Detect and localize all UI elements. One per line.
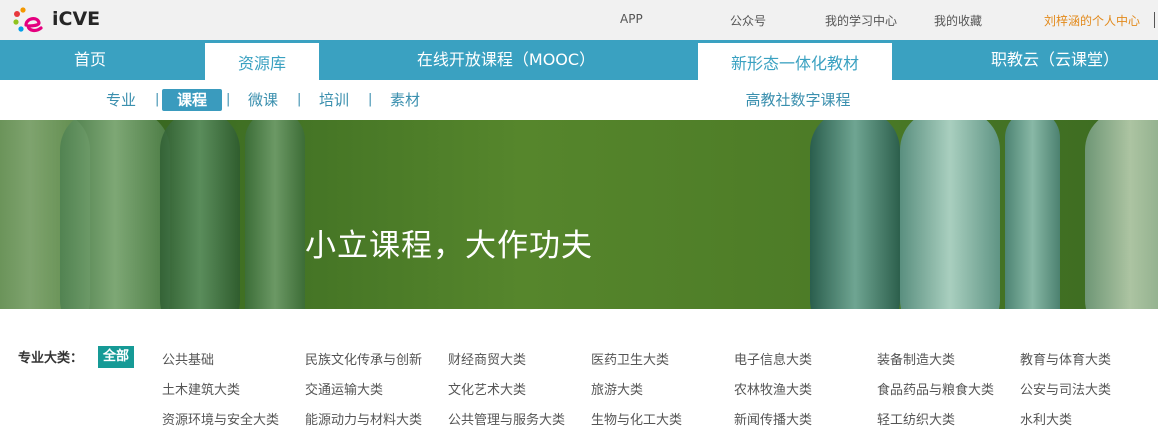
nav-cloud-classroom[interactable]: 职教云（云课堂） <box>975 40 1135 80</box>
nav-resource-library[interactable]: 资源库 <box>205 43 319 80</box>
subnav-divider: | <box>226 92 231 107</box>
banner-stem <box>900 120 1000 309</box>
banner-stem <box>1005 120 1060 309</box>
subnav-hep-digital-courses[interactable]: 高教社数字课程 <box>736 89 860 111</box>
logo-text: iCVE <box>52 8 101 30</box>
banner-stem <box>810 120 900 309</box>
subnav-course[interactable]: 课程 <box>162 89 222 111</box>
filter-label: 专业大类： <box>18 351 84 366</box>
nav-mooc[interactable]: 在线开放课程（MOOC） <box>395 40 617 80</box>
top-link-user-center[interactable]: 刘梓涵的个人中心 <box>1044 12 1140 29</box>
category-item[interactable]: 公安与司法大类 <box>1020 379 1111 398</box>
category-item[interactable]: 文化艺术大类 <box>448 379 526 398</box>
category-item[interactable]: 新闻传播大类 <box>734 409 812 428</box>
category-item[interactable]: 医药卫生大类 <box>591 349 669 368</box>
category-item[interactable]: 交通运输大类 <box>305 379 383 398</box>
category-filter: 专业大类： 全部 公共基础 民族文化传承与创新 财经商贸大类 医药卫生大类 电子… <box>0 309 1158 432</box>
subnav-training[interactable]: 培训 <box>313 89 355 111</box>
banner-slogan: 小立课程，大作功夫 <box>305 228 593 264</box>
main-nav: 首页 资源库 在线开放课程（MOOC） 新形态一体化教材 职教云（云课堂） <box>0 40 1158 80</box>
banner-stem <box>1085 120 1158 309</box>
nav-home[interactable]: 首页 <box>40 40 140 80</box>
top-link-learning-center[interactable]: 我的学习中心 <box>825 12 897 29</box>
category-item[interactable]: 教育与体育大类 <box>1020 349 1111 368</box>
subnav-divider: | <box>155 92 160 107</box>
category-item[interactable]: 公共基础 <box>162 349 214 368</box>
category-item[interactable]: 财经商贸大类 <box>448 349 526 368</box>
category-item[interactable]: 能源动力与材料大类 <box>305 409 422 428</box>
top-link-app[interactable]: APP <box>620 12 643 26</box>
subnav-major[interactable]: 专业 <box>100 89 142 111</box>
hero-banner: 小立课程，大作功夫 <box>0 120 1158 309</box>
sub-nav: 专业 | 课程 | 微课 | 培训 | 素材 高教社数字课程 <box>0 80 1158 120</box>
category-item[interactable]: 水利大类 <box>1020 409 1072 428</box>
top-bar: iCVE APP 公众号 我的学习中心 我的收藏 刘梓涵的个人中心 <box>0 0 1158 40</box>
category-item[interactable]: 电子信息大类 <box>734 349 812 368</box>
banner-stem <box>60 120 170 309</box>
banner-stem <box>245 120 305 309</box>
category-item[interactable]: 土木建筑大类 <box>162 379 240 398</box>
subnav-microcourse[interactable]: 微课 <box>242 89 284 111</box>
top-link-favorites[interactable]: 我的收藏 <box>934 12 982 29</box>
category-item[interactable]: 农林牧渔大类 <box>734 379 812 398</box>
nav-textbooks[interactable]: 新形态一体化教材 <box>698 43 892 80</box>
subnav-divider: | <box>368 92 373 107</box>
category-item[interactable]: 食品药品与粮食大类 <box>877 379 994 398</box>
category-item[interactable]: 旅游大类 <box>591 379 643 398</box>
logo-mark-icon <box>13 7 43 33</box>
category-item[interactable]: 装备制造大类 <box>877 349 955 368</box>
site-logo[interactable]: iCVE <box>12 6 102 36</box>
category-item[interactable]: 资源环境与安全大类 <box>162 409 279 428</box>
top-divider <box>1154 12 1155 28</box>
category-item[interactable]: 生物与化工大类 <box>591 409 682 428</box>
category-item[interactable]: 民族文化传承与创新 <box>305 349 422 368</box>
filter-all-button[interactable]: 全部 <box>98 346 134 368</box>
category-item[interactable]: 轻工纺织大类 <box>877 409 955 428</box>
category-item[interactable]: 公共管理与服务大类 <box>448 409 565 428</box>
subnav-divider: | <box>297 92 302 107</box>
top-link-wechat[interactable]: 公众号 <box>730 12 766 29</box>
subnav-material[interactable]: 素材 <box>384 89 426 111</box>
banner-stem <box>160 120 240 309</box>
